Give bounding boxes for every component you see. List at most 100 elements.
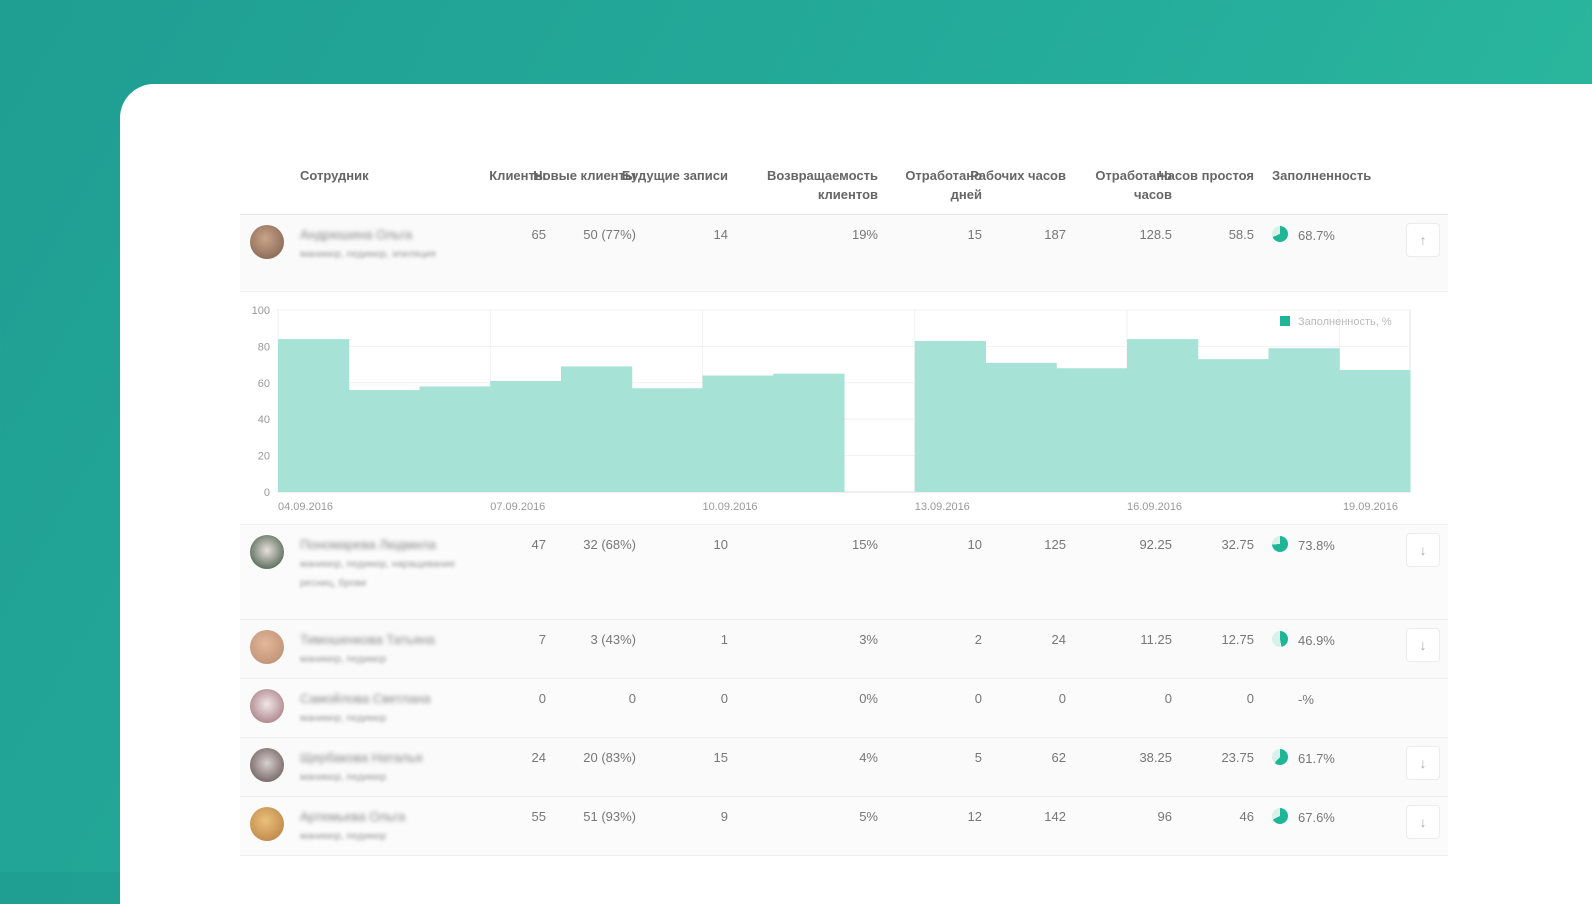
- expand-chart-button[interactable]: ↓: [1406, 805, 1440, 839]
- cell-clients: 24: [531, 750, 546, 765]
- table-header: Сотрудник Клиенты Новые клиенты Будущие зап…: [240, 154, 1448, 215]
- cell-idle: 46: [1239, 809, 1254, 824]
- cell-new: 20 (83%): [583, 750, 636, 765]
- chart-bar: [1339, 370, 1411, 492]
- avatar: [250, 748, 284, 782]
- table-row[interactable]: Пономарева Людмила маникюр, педикюр, нара…: [240, 525, 1448, 620]
- employee-name[interactable]: Пономарева Людмила: [300, 537, 436, 552]
- cell-return: 0%: [859, 691, 878, 706]
- cell-new: 0: [628, 691, 636, 706]
- cell-fill: 46.9%: [1298, 633, 1335, 648]
- cell-new: 50 (77%): [583, 227, 636, 242]
- cell-clients: 0: [538, 691, 546, 706]
- column-header-hours[interactable]: Рабочих часов: [956, 166, 1066, 185]
- chart-bar: [561, 366, 633, 492]
- y-tick-label: 0: [264, 487, 270, 499]
- chart-bar: [773, 373, 845, 492]
- employee-name[interactable]: Самойлова Светлана: [300, 691, 431, 706]
- cell-new: 3 (43%): [590, 632, 636, 647]
- table-row[interactable]: Андрюшина Ольга маникюр, педикюр, эпиляци…: [240, 215, 1448, 292]
- cell-clients: 47: [531, 537, 546, 552]
- cell-return: 19%: [851, 227, 878, 242]
- cell-fill: 73.8%: [1298, 538, 1335, 553]
- x-tick-label: 19.09.2016: [1343, 501, 1398, 513]
- cell-hours: 142: [1044, 809, 1066, 824]
- x-tick-label: 16.09.2016: [1127, 501, 1182, 513]
- column-header-idle[interactable]: Часов простоя: [1144, 166, 1254, 185]
- avatar: [250, 807, 284, 841]
- chart-bar: [631, 388, 703, 492]
- report-card: Сотрудник Клиенты Новые клиенты Будущие зап…: [120, 84, 1592, 904]
- chart-bar: [985, 362, 1057, 492]
- cell-future: 1: [720, 632, 728, 647]
- avatar: [250, 630, 284, 664]
- expand-chart-button[interactable]: ↓: [1406, 628, 1440, 662]
- fill-pie-icon: [1272, 631, 1288, 647]
- cell-fill: 68.7%: [1298, 228, 1335, 243]
- fill-pie-icon: [1272, 749, 1288, 765]
- y-tick-label: 60: [258, 378, 270, 390]
- cell-hours: 62: [1051, 750, 1066, 765]
- cell-hours: 0: [1058, 691, 1066, 706]
- table-row[interactable]: Тимошенкова Татьяна маникюр, педикюр 7 3 (4…: [240, 620, 1448, 679]
- cell-hours: 187: [1044, 227, 1066, 242]
- y-tick-label: 20: [258, 451, 270, 463]
- cell-idle: 32.75: [1221, 537, 1254, 552]
- legend-label: Заполненность, %: [1298, 316, 1392, 328]
- chart-bar: [348, 390, 420, 492]
- collapse-chart-button[interactable]: ↑: [1406, 223, 1440, 257]
- cell-future: 15: [713, 750, 728, 765]
- employee-report-table: Сотрудник Клиенты Новые клиенты Будущие зап…: [240, 154, 1448, 856]
- fill-pie-icon: [1272, 536, 1288, 552]
- cell-new: 32 (68%): [583, 537, 636, 552]
- cell-future: 9: [720, 809, 728, 824]
- chart-bar: [914, 340, 986, 492]
- avatar: [250, 535, 284, 569]
- legend-swatch-icon: [1280, 316, 1290, 326]
- avatar: [250, 689, 284, 723]
- table-row[interactable]: Щербакова Наталья маникюр, педикюр 24 20 (8…: [240, 738, 1448, 797]
- chart-bar: [1197, 359, 1269, 492]
- cell-clients: 55: [531, 809, 546, 824]
- employee-role: маникюр, педикюр: [300, 654, 387, 665]
- employee-role: маникюр, педикюр, эпиляция: [300, 249, 436, 260]
- cell-idle: 12.75: [1221, 632, 1254, 647]
- column-header-return[interactable]: Возвращаемость клиентов: [738, 166, 878, 204]
- cell-hours: 125: [1044, 537, 1066, 552]
- employee-name[interactable]: Щербакова Наталья: [300, 750, 422, 765]
- fill-chart-svg: 0 20 40 60 80 100 04.09.2016 07.09.2016 10.09.20…: [252, 305, 1411, 513]
- chart-bar: [419, 386, 491, 492]
- cell-idle: 0: [1246, 691, 1254, 706]
- expand-chart-button[interactable]: ↓: [1406, 533, 1440, 567]
- x-tick-label: 13.09.2016: [915, 501, 970, 513]
- employee-role: маникюр, педикюр: [300, 831, 387, 842]
- avatar: [250, 225, 284, 259]
- employee-role: маникюр, педикюр, наращивание ресниц, бр…: [300, 559, 456, 589]
- x-tick-label: 10.09.2016: [703, 501, 758, 513]
- cell-fill: 67.6%: [1298, 810, 1335, 825]
- chart-bar: [1056, 368, 1128, 492]
- cell-idle: 23.75: [1221, 750, 1254, 765]
- y-tick-label: 100: [252, 305, 270, 317]
- chart-bar: [702, 375, 774, 492]
- cell-return: 15%: [851, 537, 878, 552]
- employee-name[interactable]: Андрюшина Ольга: [300, 227, 412, 242]
- cell-hours: 24: [1051, 632, 1066, 647]
- employee-name[interactable]: Тимошенкова Татьяна: [300, 632, 435, 647]
- cell-new: 51 (93%): [583, 809, 636, 824]
- employee-name[interactable]: Артемьева Ольга: [300, 809, 405, 824]
- fill-pie-icon: [1272, 808, 1288, 824]
- chart-bar: [1268, 348, 1340, 492]
- chart-bar: [1127, 339, 1199, 492]
- column-header-fill[interactable]: Заполненность: [1272, 166, 1371, 185]
- x-tick-label: 07.09.2016: [490, 501, 545, 513]
- fill-pie-icon: [1272, 226, 1288, 242]
- chart-bar: [278, 339, 350, 492]
- column-header-employee[interactable]: Сотрудник: [300, 166, 369, 185]
- expand-chart-button[interactable]: ↓: [1406, 746, 1440, 780]
- table-row[interactable]: Артемьева Ольга маникюр, педикюр 55 51 (93%…: [240, 797, 1448, 856]
- column-header-future[interactable]: Будущие записи: [618, 166, 728, 185]
- fill-chart: 0 20 40 60 80 100 04.09.2016 07.09.2016 10.09.20…: [240, 292, 1448, 525]
- table-row[interactable]: Самойлова Светлана маникюр, педикюр 0 0 0 0% 0…: [240, 679, 1448, 738]
- cell-fill: 61.7%: [1298, 751, 1335, 766]
